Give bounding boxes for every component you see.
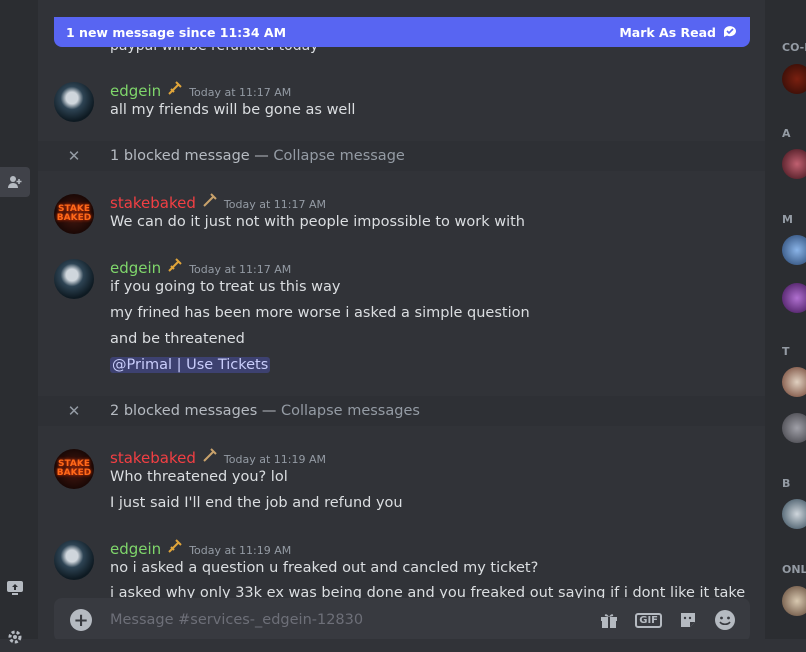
member-avatar[interactable] (782, 235, 806, 265)
member-group-header: CO-I (782, 41, 806, 54)
role-icon (168, 258, 182, 272)
member-list: CO-I A M T B ONLI (765, 0, 806, 639)
timestamp: Today at 11:17 AM (189, 86, 292, 99)
message-input[interactable] (108, 611, 600, 629)
member-group-header: ONLI (782, 563, 806, 576)
new-messages-text: 1 new message since 11:34 AM (66, 24, 287, 40)
timestamp: Today at 11:19 AM (189, 544, 292, 557)
sticker-icon[interactable] (678, 610, 698, 630)
blocked-messages-row: ✕ 2 blocked messages — Collapse messages (38, 396, 765, 426)
member-avatar[interactable] (782, 413, 806, 443)
server-rail (0, 0, 38, 644)
avatar[interactable] (54, 82, 94, 122)
gift-icon[interactable] (599, 610, 619, 630)
avatar[interactable]: STAKE BAKED (54, 449, 94, 489)
message-text: and be threatened (110, 331, 245, 347)
role-icon (168, 81, 182, 95)
role-icon (203, 448, 217, 462)
message-text: if you going to treat us this way (110, 279, 341, 295)
message-header: stakebaked Today at 11:17 AM (110, 192, 326, 212)
emoji-icon[interactable] (714, 609, 736, 631)
member-avatar[interactable] (782, 283, 806, 313)
collapse-link[interactable]: Collapse messages (281, 403, 420, 419)
gif-icon[interactable]: GIF (635, 612, 662, 628)
avatar[interactable]: STAKE BAKED (54, 194, 94, 234)
timestamp: Today at 11:19 AM (223, 453, 326, 466)
mark-as-read-label: Mark As Read (619, 24, 716, 40)
new-messages-banner[interactable]: 1 new message since 11:34 AM Mark As Rea… (54, 17, 750, 47)
member-avatar[interactable] (782, 586, 806, 616)
message-text: no i asked a question u freaked out and … (110, 560, 539, 576)
stake-baked-logo: STAKE BAKED (56, 459, 92, 478)
stake-baked-logo: STAKE BAKED (56, 204, 92, 223)
role-icon (168, 539, 182, 553)
message-header: edgein Today at 11:19 AM (110, 538, 291, 558)
chat-area: 1 new message since 11:34 AM Mark As Rea… (38, 0, 765, 639)
mark-read-icon (724, 26, 736, 37)
member-avatar[interactable] (782, 64, 806, 94)
member-avatar[interactable] (782, 499, 806, 529)
screen-share-icon[interactable] (0, 573, 30, 603)
message-composer: + GIF (54, 598, 750, 639)
message-header: edgein Today at 11:17 AM (110, 80, 291, 100)
timestamp: Today at 11:17 AM (223, 198, 326, 211)
role-icon (203, 193, 217, 207)
username[interactable]: stakebaked (110, 194, 196, 212)
member-group-header: B (782, 477, 791, 490)
blocked-text: 2 blocked messages — (110, 403, 281, 419)
message-header: stakebaked Today at 11:19 AM (110, 447, 326, 467)
message-text: We can do it just not with people imposs… (110, 214, 525, 230)
blocked-text: 1 blocked message — (110, 148, 274, 164)
member-avatar[interactable] (782, 149, 806, 179)
member-avatar[interactable] (782, 367, 806, 397)
settings-gear-icon[interactable] (0, 622, 30, 652)
blocked-messages-row: ✕ 1 blocked message — Collapse message (38, 141, 765, 171)
member-group-header: M (782, 213, 793, 226)
role-mention[interactable]: @Primal | Use Tickets (110, 357, 271, 373)
close-icon[interactable]: ✕ (38, 402, 110, 420)
avatar[interactable] (54, 540, 94, 580)
member-group-header: T (782, 345, 790, 358)
timestamp: Today at 11:17 AM (189, 263, 292, 276)
member-group-header: A (782, 127, 791, 140)
collapse-link[interactable]: Collapse message (273, 148, 404, 164)
username[interactable]: stakebaked (110, 449, 196, 467)
message-text: I just said I'll end the job and refund … (110, 495, 403, 511)
add-friend-icon[interactable] (0, 167, 30, 197)
add-attachment-icon[interactable]: + (70, 609, 92, 631)
username[interactable]: edgein (110, 540, 161, 558)
message-text: Who threatened you? lol (110, 469, 288, 485)
username[interactable]: edgein (110, 259, 161, 277)
mark-as-read-button[interactable]: Mark As Read (619, 24, 738, 40)
message-header: edgein Today at 11:17 AM (110, 257, 291, 277)
message-text: my frined has been more worse i asked a … (110, 305, 530, 321)
avatar[interactable] (54, 259, 94, 299)
close-icon[interactable]: ✕ (38, 147, 110, 165)
message-text: all my friends will be gone as well (110, 102, 356, 118)
username[interactable]: edgein (110, 82, 161, 100)
